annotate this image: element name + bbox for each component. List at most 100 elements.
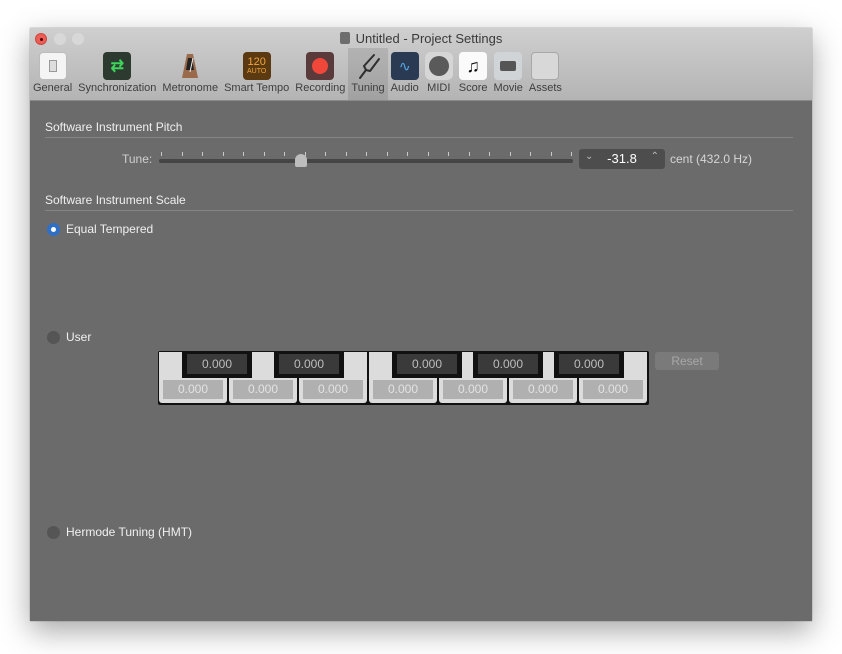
slider-track [159,159,573,163]
radio-label: User [66,330,92,344]
radio-label: Equal Tempered [66,222,154,236]
tab-label: Metronome [162,82,219,94]
tab-general[interactable]: General [30,48,75,100]
sync-arrows-icon: ⇄ [103,52,132,80]
radio-button[interactable] [47,525,60,539]
slider-tick [202,152,203,156]
tab-assets[interactable]: Assets [526,48,565,100]
radio-label: Hermode Tuning (HMT) [66,525,193,539]
slider-tick [407,152,408,156]
white-key-value-field[interactable]: 0.000 [373,380,433,399]
tab-tuning[interactable]: Tuning [348,48,388,100]
tab-label: General [33,82,73,94]
black-key-value-field[interactable]: 0.000 [559,354,619,374]
tuning-fork-icon [354,52,382,80]
black-key-value-field[interactable]: 0.000 [279,354,339,374]
window-title-text: Untitled - Project Settings [355,31,503,46]
divider [45,210,793,211]
tab-label: Movie [493,82,523,94]
tune-unit-label: cent (432.0 Hz) [670,152,753,166]
tab-metronome[interactable]: Metronome [159,48,221,100]
black-key-value-field[interactable]: 0.000 [478,354,538,374]
radio-button-selected[interactable] [47,222,60,236]
slider-tick [284,152,285,156]
radio-user[interactable]: User [47,330,91,344]
radio-equal-tempered[interactable]: Equal Tempered [47,222,153,236]
slider-tick [427,152,429,156]
increment-arrow-icon[interactable]: ⌃ [651,151,659,162]
document-icon [339,32,350,44]
slider-tick [243,152,244,156]
tab-label: Recording [295,82,346,94]
tab-label: Assets [528,82,562,94]
black-key: 0.000 [392,352,462,378]
black-key-value-field[interactable]: 0.000 [397,354,457,374]
slider-tick [222,152,224,156]
slider-tick [448,152,449,156]
slider-tick [571,152,572,156]
black-key: 0.000 [274,352,344,378]
midi-connector-icon [424,52,453,80]
slider-tick [161,152,162,156]
white-key-value-field[interactable]: 0.000 [583,380,643,399]
tab-label: MIDI [427,82,451,94]
slider-tick [345,152,347,156]
slider-tick [304,152,306,156]
tune-stepper: ⌄ -31.8 ⌃ [579,149,665,169]
smart-tempo-icon: 120 AUTO [242,52,271,80]
tab-recording[interactable]: Recording [292,48,348,100]
slider-tick [181,152,183,156]
title-bar: Untitled - Project Settings General ⇄ Sy… [30,28,812,101]
slider-tick [386,152,388,156]
tab-movie[interactable]: Movie [491,48,526,100]
tab-label: Synchronization [78,82,157,94]
white-key-value-field[interactable]: 0.000 [513,380,573,399]
slider-tick [550,152,552,156]
audio-waveform-icon: ∿ [390,52,419,80]
radio-hermode-tuning[interactable]: Hermode Tuning (HMT) [47,525,192,539]
slider-tick [530,152,531,156]
tempo-number: 120 [247,56,266,68]
reset-button[interactable]: Reset [655,352,719,370]
tune-slider[interactable] [159,148,573,168]
slider-tick [468,152,470,156]
slider-tick [263,152,265,156]
white-key-value-field[interactable]: 0.000 [303,380,363,399]
project-settings-window: Untitled - Project Settings General ⇄ Sy… [30,28,812,621]
slider-tick [489,152,490,156]
tab-label: Tuning [351,82,385,94]
slider-tick [325,152,326,156]
music-note-icon: ♫ [459,52,488,80]
slider-tick [366,152,367,156]
tab-label: Score [458,82,488,94]
record-icon [306,52,335,80]
black-key-value-field[interactable]: 0.000 [187,354,247,374]
tune-label: Tune: [122,152,153,166]
slider-tick [509,152,511,156]
black-key: 0.000 [182,352,252,378]
white-key-value-field[interactable]: 0.000 [443,380,503,399]
scale-section-title: Software Instrument Scale [45,193,186,207]
tab-midi[interactable]: MIDI [422,48,456,100]
white-key-value-field[interactable]: 0.000 [233,380,293,399]
tab-label: Smart Tempo [224,82,290,94]
black-key: 0.000 [473,352,543,378]
tab-synchronization[interactable]: ⇄ Synchronization [75,48,159,100]
radio-button[interactable] [47,330,60,344]
white-key-value-field[interactable]: 0.000 [163,380,223,399]
tab-audio[interactable]: ∿ Audio [388,48,422,100]
settings-toolbar: General ⇄ Synchronization Metronome 120 … [30,48,565,100]
black-key: 0.000 [554,352,624,378]
toggle-switch-icon [38,52,67,80]
user-scale-keyboard: 0.000 0.000 0.000 0.000 0.000 0.000 0.00… [158,351,649,405]
pitch-section-title: Software Instrument Pitch [45,120,183,134]
tab-smart-tempo[interactable]: 120 AUTO Smart Tempo [221,48,292,100]
metronome-icon [176,52,204,80]
tab-label: Audio [390,82,419,94]
window-title: Untitled - Project Settings [30,31,812,46]
tab-score[interactable]: ♫ Score [456,48,491,100]
tempo-auto: AUTO [247,68,267,75]
video-camera-icon [494,52,523,80]
briefcase-icon [531,52,560,80]
divider [45,137,793,138]
